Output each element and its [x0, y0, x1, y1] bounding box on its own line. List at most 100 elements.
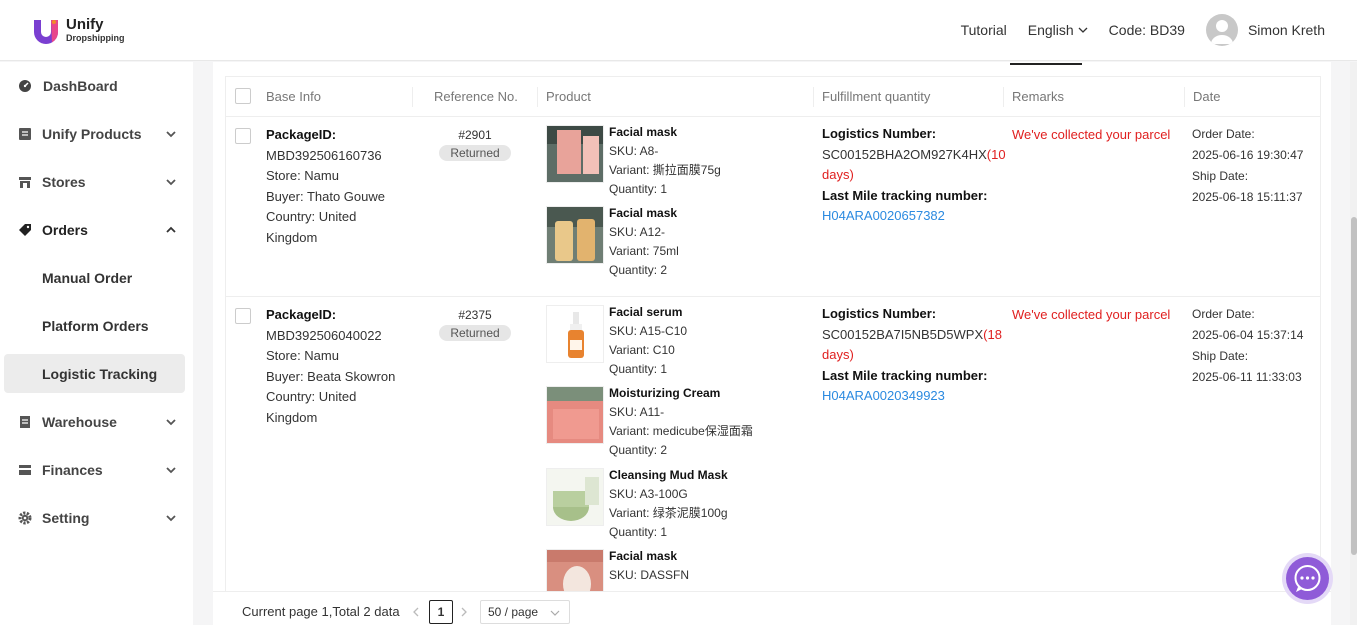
next-page-icon[interactable] — [460, 607, 468, 617]
package-label: PackageID: — [266, 127, 337, 142]
row-checkbox[interactable] — [235, 308, 251, 324]
sidebar-item-warehouse[interactable]: Warehouse — [4, 403, 185, 441]
lastmile-tracking-link[interactable]: H04ARA0020349923 — [822, 386, 1002, 407]
remarks: We've collected your parcel — [1012, 307, 1171, 322]
chevron-down-icon — [1078, 27, 1088, 33]
sidebar-item-unify-products[interactable]: Unify Products — [4, 115, 185, 153]
sidebar-item-finances[interactable]: Finances — [4, 451, 185, 489]
ship-date: 2025-06-18 15:11:37 — [1192, 190, 1303, 204]
product-name: Facial mask — [609, 206, 678, 220]
page-number-button[interactable]: 1 — [429, 600, 453, 624]
main-content: Base Info Reference No. Product Fulfillm… — [213, 62, 1331, 625]
ship-date-label: Ship Date: — [1192, 169, 1249, 183]
product-image — [546, 468, 604, 526]
product-variant: Variant: 75ml — [609, 244, 679, 258]
column-header: Date — [1193, 89, 1221, 104]
fulfillment-cell: Logistics Number: SC00152BHA2OM927K4HX(1… — [822, 124, 1006, 227]
sidebar-item-platform-orders[interactable]: Platform Orders — [4, 307, 185, 345]
avatar[interactable] — [1205, 14, 1238, 46]
language-label: English — [1027, 22, 1074, 38]
logistics-table: Base Info Reference No. Product Fulfillm… — [225, 76, 1321, 617]
chevron-down-icon — [166, 131, 176, 138]
gear-icon — [18, 511, 32, 525]
chevron-down-icon — [166, 179, 176, 186]
user-name[interactable]: Simon Kreth — [1248, 22, 1325, 38]
top-bar: Unify Dropshipping Tutorial English Code… — [0, 0, 1357, 61]
fulfillment-cell: Logistics Number: SC00152BA7I5NB5D5WPX(1… — [822, 304, 1002, 407]
logistics-label: Logistics Number: — [822, 126, 937, 141]
country-cont: Kingdom — [266, 229, 318, 245]
order-date: 2025-06-04 15:37:14 — [1192, 328, 1304, 342]
vertical-scrollbar[interactable] — [1350, 62, 1357, 625]
chevron-down-icon — [166, 515, 176, 522]
product-sku: SKU: A11- — [609, 405, 665, 419]
order-date: 2025-06-16 19:30:47 — [1192, 148, 1304, 162]
reference-cell: #2901 Returned — [425, 126, 525, 161]
sidebar: DashBoard Unify Products Stores Orders M… — [0, 62, 193, 625]
scrollbar-thumb[interactable] — [1351, 217, 1357, 555]
order-date-label: Order Date: — [1192, 127, 1255, 141]
sidebar-item-label: Unify Products — [42, 126, 142, 142]
sidebar-item-logistic-tracking[interactable]: Logistic Tracking — [4, 354, 185, 393]
chat-button[interactable] — [1282, 553, 1333, 604]
logistics-number: SC00152BA7I5NB5D5WPX — [822, 326, 984, 342]
logo[interactable]: Unify Dropshipping — [30, 14, 125, 46]
table-row: PackageID: MBD392506160736 Store: Namu B… — [226, 117, 1320, 297]
dashboard-icon — [19, 80, 31, 92]
tutorial-link[interactable]: Tutorial — [961, 22, 1007, 38]
logo-name: Unify — [66, 16, 104, 33]
select-all-checkbox[interactable] — [235, 88, 251, 104]
product-quantity: Quantity: 2 — [609, 443, 668, 457]
base-info: PackageID: MBD392506040022 Store: Namu B… — [266, 305, 406, 428]
transit-days-unit: days) — [822, 167, 854, 182]
language-select[interactable]: English — [1028, 22, 1088, 38]
chevron-down-icon — [550, 610, 560, 616]
column-header: Fulfillment quantity — [822, 89, 931, 104]
reference-number: #2901 — [458, 128, 492, 142]
row-checkbox[interactable] — [235, 128, 251, 144]
lastmile-label: Last Mile tracking number: — [822, 367, 988, 383]
table-header: Base Info Reference No. Product Fulfillm… — [226, 77, 1320, 117]
product-quantity: Quantity: 2 — [609, 263, 668, 277]
store-icon — [19, 177, 31, 188]
column-header: Remarks — [1012, 89, 1065, 104]
remarks: We've collected your parcel — [1012, 127, 1171, 142]
buyer-name: Buyer: Beata Skowron — [266, 368, 396, 384]
logistics-label: Logistics Number: — [822, 306, 937, 321]
store-name: Store: Namu — [266, 348, 339, 363]
transit-days-unit: days) — [822, 347, 854, 362]
sidebar-item-dashboard[interactable]: DashBoard — [4, 67, 185, 105]
package-id: MBD392506160736 — [266, 147, 382, 163]
product-image — [546, 206, 604, 264]
warehouse-icon — [20, 416, 30, 428]
unify-logo-icon — [34, 20, 59, 44]
column-header: Base Info — [266, 89, 321, 104]
base-info: PackageID: MBD392506160736 Store: Namu B… — [266, 125, 406, 248]
finances-icon — [19, 465, 31, 475]
lastmile-tracking-link[interactable]: H04ARA0020657382 — [822, 206, 1002, 227]
product-name: Facial mask — [609, 125, 678, 139]
product-quantity: Quantity: 1 — [609, 362, 668, 376]
reference-number: #2375 — [458, 308, 492, 322]
pagination-bar: Current page 1,Total 2 data 1 50 / page — [213, 591, 1331, 625]
sidebar-item-manual-order[interactable]: Manual Order — [4, 259, 185, 297]
sidebar-item-label: DashBoard — [43, 78, 118, 94]
product-sku: SKU: A12- — [609, 225, 666, 239]
chevron-down-icon — [166, 419, 176, 426]
prev-page-icon[interactable] — [412, 607, 420, 617]
sidebar-item-label: Platform Orders — [42, 318, 149, 334]
product-sku: SKU: A3-100G — [609, 487, 688, 501]
product-variant: Variant: 撕拉面膜75g — [609, 163, 721, 177]
store-name: Store: Namu — [266, 168, 339, 183]
sidebar-item-setting[interactable]: Setting — [4, 499, 185, 537]
product-name: Facial mask — [609, 549, 678, 563]
date-cell: Order Date: 2025-06-04 15:37:14 Ship Dat… — [1192, 304, 1303, 388]
package-id: MBD392506040022 — [266, 327, 382, 343]
sidebar-item-orders[interactable]: Orders — [4, 211, 185, 249]
tag-icon — [19, 224, 31, 236]
product-variant: Variant: C10 — [609, 343, 675, 357]
page-size-select[interactable]: 50 / page — [480, 600, 570, 624]
country: Country: United — [266, 209, 357, 224]
sidebar-item-stores[interactable]: Stores — [4, 163, 185, 201]
country: Country: United — [266, 389, 357, 404]
